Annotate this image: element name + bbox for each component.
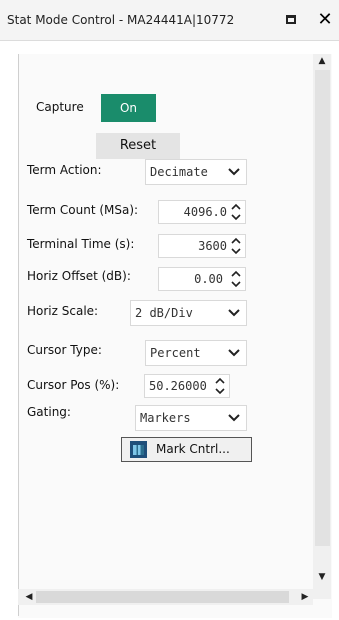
- chevron-down-icon: [228, 168, 240, 176]
- spinner-arrows-icon[interactable]: [213, 376, 227, 396]
- horiz-scale-dropdown[interactable]: 2 dB/Div: [130, 300, 247, 326]
- cursor-type-label: Cursor Type:: [27, 343, 102, 357]
- cursor-pos-spinner[interactable]: 50.26000: [144, 374, 230, 398]
- scroll-right-icon[interactable]: ▶: [299, 591, 311, 603]
- spinner-arrows-icon[interactable]: [229, 269, 243, 289]
- gating-value: Markers: [140, 411, 191, 425]
- capture-label: Capture: [36, 100, 84, 114]
- horizontal-scrollbar-thumb[interactable]: [36, 591, 289, 603]
- maximize-icon[interactable]: [286, 15, 296, 24]
- horiz-offset-label: Horiz Offset (dB):: [27, 269, 131, 283]
- scroll-left-icon[interactable]: ◀: [23, 591, 35, 603]
- chevron-down-icon: [228, 309, 240, 317]
- terminal-time-value: 3600: [198, 239, 227, 253]
- term-count-value: 4096.0: [183, 205, 227, 219]
- panel-border: [18, 54, 19, 616]
- mark-cntrl-label: Mark Cntrl...: [156, 442, 230, 456]
- spinner-arrows-icon[interactable]: [229, 202, 243, 222]
- cursor-pos-label: Cursor Pos (%):: [27, 378, 120, 392]
- capture-on-button[interactable]: On: [101, 94, 156, 122]
- terminal-time-spinner[interactable]: 3600: [158, 234, 246, 258]
- chart-window-icon: [130, 441, 147, 458]
- chevron-down-icon: [228, 414, 240, 422]
- scroll-down-icon[interactable]: ▼: [313, 572, 331, 586]
- chevron-down-icon: [228, 349, 240, 357]
- reset-button[interactable]: Reset: [96, 133, 180, 159]
- close-icon[interactable]: ✕: [314, 9, 336, 31]
- gating-label: Gating:: [27, 405, 71, 419]
- term-count-label: Term Count (MSa):: [27, 203, 139, 217]
- gating-dropdown[interactable]: Markers: [135, 405, 247, 431]
- term-action-label: Term Action:: [27, 163, 102, 177]
- title-bar: Stat Mode Control - MA24441A|10772 ✕: [0, 0, 339, 41]
- horiz-scale-label: Horiz Scale:: [27, 304, 99, 318]
- cursor-type-dropdown[interactable]: Percent: [145, 340, 247, 366]
- term-action-value: Decimate: [150, 165, 208, 179]
- term-count-spinner[interactable]: 4096.0: [158, 200, 246, 224]
- scroll-up-icon[interactable]: ▲: [313, 56, 331, 70]
- spinner-arrows-icon[interactable]: [229, 236, 243, 256]
- vertical-scrollbar-thumb[interactable]: [315, 70, 330, 546]
- cursor-type-value: Percent: [150, 346, 201, 360]
- cursor-pos-value: 50.26000: [149, 379, 207, 393]
- terminal-time-label: Terminal Time (s):: [27, 237, 135, 251]
- mark-cntrl-button[interactable]: Mark Cntrl...: [121, 437, 252, 462]
- term-action-dropdown[interactable]: Decimate: [145, 159, 247, 185]
- window-title: Stat Mode Control - MA24441A|10772: [7, 13, 235, 27]
- horiz-offset-value: 0.00: [194, 272, 223, 286]
- horiz-offset-spinner[interactable]: 0.00: [158, 267, 246, 291]
- horiz-scale-value: 2 dB/Div: [135, 306, 193, 320]
